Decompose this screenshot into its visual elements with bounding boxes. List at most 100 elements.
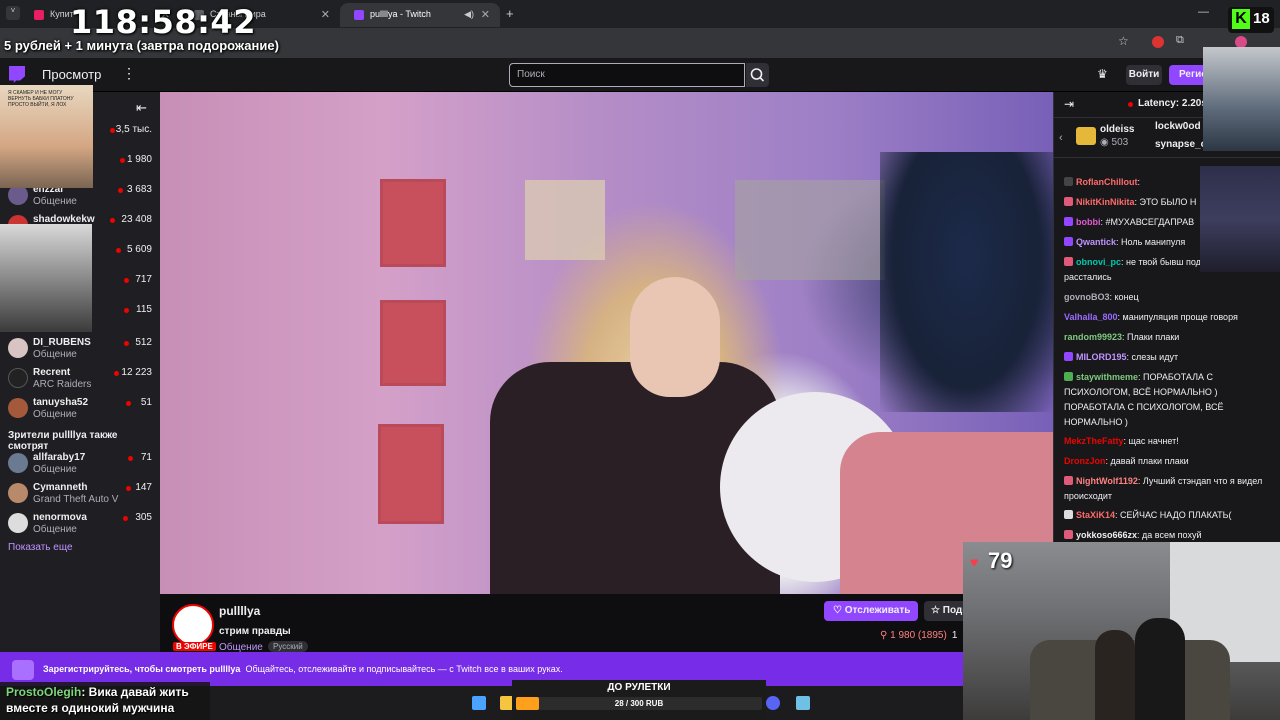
chat-username[interactable]: Qwantick — [1076, 237, 1116, 247]
subathon-timer: 118:58:42 — [70, 3, 256, 41]
donation-user: ProstoOlegih — [6, 685, 82, 699]
chat-username[interactable]: NikitKinNikita — [1076, 197, 1135, 207]
new-tab-button[interactable]: + — [506, 6, 514, 21]
gifter-name[interactable]: synapse_o — [1155, 139, 1207, 150]
viewer-count: 12 223 — [121, 367, 152, 378]
banner-bold: Зарегистрируйтесь, чтобы смотреть pullll… — [43, 664, 241, 674]
viewer-stats: ⚲ 1 980 (1895) 1 — [880, 630, 957, 641]
gifter-name[interactable]: lockw0od — [1155, 121, 1201, 132]
subscribe-button[interactable]: ☆ Подписаться — [924, 601, 964, 621]
chat-username[interactable]: staywithmeme — [1076, 372, 1138, 382]
expand-chat-icon[interactable]: ⇥ — [1064, 97, 1074, 111]
viewer-count: 71 — [140, 452, 152, 463]
close-tab-icon[interactable]: ✕ — [481, 8, 490, 21]
sidebar-channel[interactable]: Recrent ARC Raiders 12 223 — [0, 365, 160, 395]
chat-username[interactable]: MILORD195 — [1076, 352, 1127, 362]
wall-art — [380, 300, 446, 386]
login-button[interactable]: Войти — [1126, 65, 1162, 85]
search-button[interactable] — [746, 63, 769, 87]
chat-username[interactable]: govnoBO3 — [1064, 292, 1110, 302]
chat-username[interactable]: RoflanChillout — [1076, 177, 1138, 187]
sidebar-channel[interactable]: Cymanneth Grand Theft Auto V 147 — [0, 480, 160, 510]
chat-username[interactable]: MekzTheFatty — [1064, 436, 1124, 446]
sidebar-channel[interactable]: nenormova Общение 305 — [0, 510, 160, 540]
sidebar-channel[interactable]: tanuysha52 Общение 51 — [0, 395, 160, 425]
viewer-count: 1 980 — [126, 154, 152, 165]
collapse-sidebar-icon[interactable]: ⇤ — [136, 100, 147, 116]
windows-start-icon[interactable] — [472, 696, 486, 710]
viewer-count: 3 683 — [126, 184, 152, 195]
sidebar-channel[interactable]: DI_RUBENS Общение 512 — [0, 335, 160, 365]
follow-label: Отслеживать — [844, 605, 911, 616]
kick-viewer-count: 18 — [1253, 10, 1270, 27]
more-options-icon[interactable]: ⋮ — [122, 65, 136, 82]
twitch-logo-icon[interactable] — [9, 66, 25, 83]
speaker-icon[interactable]: ◀) — [464, 9, 474, 20]
chat-text: : — [1137, 177, 1141, 187]
video-player[interactable] — [160, 92, 1053, 594]
channel-game: Общение — [33, 464, 77, 475]
chat-username[interactable]: NightWolf1192 — [1076, 476, 1138, 486]
bookmark-star-icon[interactable]: ☆ — [1118, 34, 1129, 48]
streamer-avatar[interactable] — [172, 604, 214, 646]
donation-goal-amount: 28 / 300 RUB — [614, 699, 664, 708]
browse-link[interactable]: Просмотр — [42, 67, 101, 82]
avatar — [8, 398, 28, 418]
plant — [880, 152, 1053, 412]
viewer-count: 3,5 тыс. — [115, 124, 152, 135]
chat-username[interactable]: random99923 — [1064, 332, 1122, 342]
sidebar-channel[interactable]: allfaraby17 Общение 71 — [0, 450, 160, 480]
twitch-top-nav: Просмотр ⋮ Поиск ♛ Войти Регистрация — [0, 58, 1280, 92]
notepad-icon[interactable] — [796, 696, 810, 710]
chat-username[interactable]: StaXiK14 — [1076, 510, 1115, 520]
extensions-puzzle-icon[interactable]: ⧉ — [1176, 34, 1184, 47]
channel-name: nenormova — [33, 512, 87, 523]
latency-readout: Latency: 2.20s — [1138, 98, 1207, 109]
chat-badge-icon — [1064, 217, 1073, 226]
close-tab-icon[interactable]: ✕ — [321, 8, 330, 21]
show-more-link[interactable]: Показать еще — [8, 542, 73, 553]
leaderboard-prev-icon[interactable]: ‹ — [1059, 132, 1063, 144]
top-gifter-name[interactable]: oldeiss — [1100, 124, 1134, 135]
follow-button[interactable]: ♡ Отслеживать — [824, 601, 918, 621]
streamer-name[interactable]: pullllya — [219, 604, 260, 618]
chat-username[interactable]: Valhalla_800 — [1064, 312, 1118, 322]
heart-count: 79 — [988, 548, 1013, 573]
chat-message: MILORD195: слезы идут — [1064, 350, 1264, 365]
minimize-icon[interactable]: — — [1198, 6, 1209, 18]
star-icon: ☆ — [931, 605, 943, 616]
chat-username[interactable]: bobbi — [1076, 217, 1101, 227]
channel-game: Общение — [33, 409, 77, 420]
prime-crown-icon[interactable]: ♛ — [1097, 67, 1108, 81]
chat-message: StaXiK14: СЕЙЧАС НАДО ПЛАКАТЬ( — [1064, 508, 1264, 523]
channel-game: ARC Raiders — [33, 379, 92, 390]
search-input[interactable]: Поиск — [509, 63, 745, 87]
viewer-count: 51 — [140, 397, 152, 408]
discord-icon[interactable] — [766, 696, 780, 710]
chat-badge-icon — [1064, 510, 1073, 519]
chat-message: random99923: Плаки плаки — [1064, 330, 1264, 345]
donation-goal-title: ДО РУЛЕТКИ — [607, 682, 671, 693]
viewer-count: 512 — [135, 337, 152, 348]
chat-badge-icon — [1064, 257, 1073, 266]
chat-text: : да всем похуй — [1137, 530, 1202, 540]
extension-icon[interactable] — [1152, 36, 1164, 48]
avatar — [8, 513, 28, 533]
chat-message: staywithmeme: ПОРАБОТАЛА С ПСИХОЛОГОМ, В… — [1064, 370, 1264, 430]
tab-search-dropdown[interactable]: ˅ — [6, 6, 20, 20]
live-dot-icon — [124, 278, 129, 283]
banner-rest: Общайтесь, отслеживайте и подписывайтесь… — [245, 664, 563, 674]
webcam-overlay-right — [1200, 166, 1280, 272]
chat-badge-icon — [1064, 352, 1073, 361]
chat-message: Valhalla_800: манипуляция проще говоря — [1064, 310, 1264, 325]
viewer-count: 5 609 — [126, 244, 152, 255]
chat-username[interactable]: yokkoso666zx — [1076, 530, 1137, 540]
chat-username[interactable]: DronzJon — [1064, 456, 1106, 466]
live-dot-icon — [126, 486, 131, 491]
language-tag[interactable]: Русский — [268, 641, 308, 652]
signup-banner[interactable]: Зарегистрируйтесь, чтобы смотреть pullll… — [0, 652, 963, 686]
live-dot-icon — [124, 341, 129, 346]
stream-title: стрим правды — [219, 626, 291, 637]
browser-tab-active[interactable]: pullllya - Twitch ◀) ✕ — [340, 3, 500, 27]
chat-username[interactable]: obnovi_pc — [1076, 257, 1121, 267]
